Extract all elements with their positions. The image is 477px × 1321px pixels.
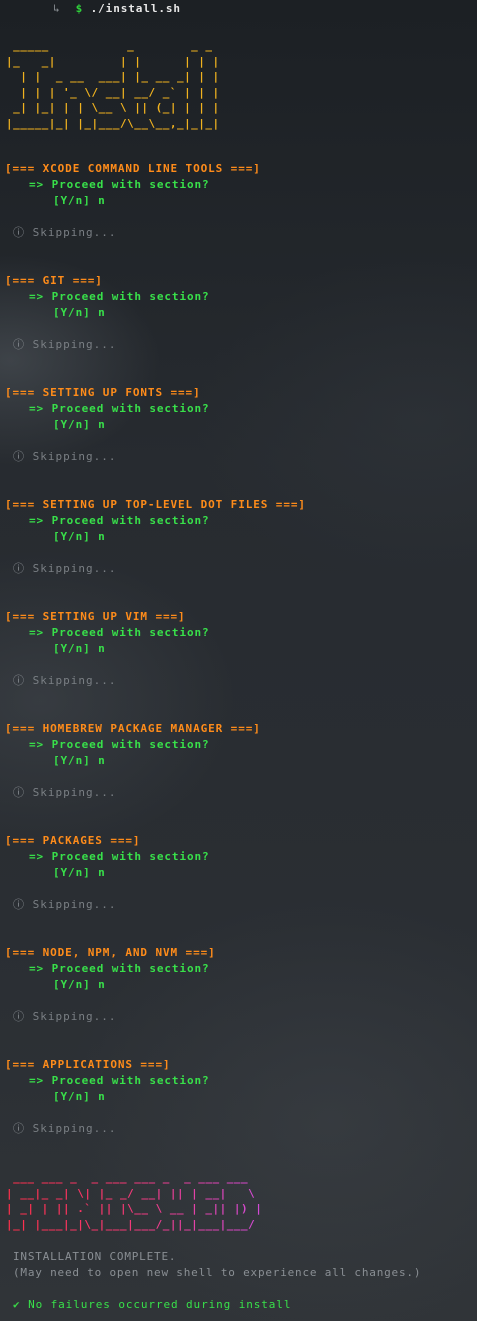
yn-answer: [Y/n] n: [53, 418, 106, 431]
info-icon: ⓘ: [13, 1010, 25, 1023]
yn-answer: [Y/n] n: [53, 642, 106, 655]
skip-status: ⓘ Skipping...: [13, 673, 116, 689]
section-header: [=== SETTING UP VIM ===]: [5, 610, 186, 623]
proceed-prompt: => Proceed with section?: [29, 290, 210, 303]
skip-status: ⓘ Skipping...: [13, 897, 116, 913]
proceed-prompt: => Proceed with section?: [29, 626, 210, 639]
prompt-line: ↳ $ ./install.sh: [53, 1, 181, 17]
yn-answer: [Y/n] n: [53, 866, 106, 879]
prompt-arrow-icon: ↳: [53, 2, 61, 15]
proceed-prompt: => Proceed with section?: [29, 1074, 210, 1087]
yn-answer: [Y/n] n: [53, 530, 106, 543]
proceed-prompt: => Proceed with section?: [29, 514, 210, 527]
install-banner-ascii: _____ _ _ _ |_ _| | | | | | | | _ __ ___…: [6, 39, 220, 130]
skip-status: ⓘ Skipping...: [13, 1009, 116, 1025]
finished-banner-ascii: ___ ___ _ _ ___ ___ _ _ ___ ___ | __|_ _…: [6, 1171, 263, 1231]
success-message: ✔ No failures occurred during install: [13, 1297, 291, 1313]
info-icon: ⓘ: [13, 450, 25, 463]
section-header: [=== NODE, NPM, AND NVM ===]: [5, 946, 216, 959]
check-icon: ✔: [13, 1298, 21, 1311]
yn-answer: [Y/n] n: [53, 1090, 106, 1103]
skip-text: Skipping...: [32, 562, 117, 575]
info-icon: ⓘ: [13, 786, 25, 799]
skip-text: Skipping...: [32, 898, 117, 911]
section-header: [=== APPLICATIONS ===]: [5, 1058, 171, 1071]
success-text: No failures occurred during install: [28, 1298, 292, 1311]
yn-answer: [Y/n] n: [53, 978, 106, 991]
skip-status: ⓘ Skipping...: [13, 561, 116, 577]
info-icon: ⓘ: [13, 562, 25, 575]
skip-text: Skipping...: [32, 786, 117, 799]
info-icon: ⓘ: [13, 1122, 25, 1135]
proceed-prompt: => Proceed with section?: [29, 402, 210, 415]
proceed-prompt: => Proceed with section?: [29, 850, 210, 863]
info-icon: ⓘ: [13, 898, 25, 911]
skip-text: Skipping...: [32, 674, 117, 687]
yn-answer: [Y/n] n: [53, 194, 106, 207]
prompt-symbol: $: [75, 2, 84, 15]
skip-status: ⓘ Skipping...: [13, 785, 116, 801]
skip-status: ⓘ Skipping...: [13, 449, 116, 465]
skip-status: ⓘ Skipping...: [13, 225, 116, 241]
proceed-prompt: => Proceed with section?: [29, 178, 210, 191]
section-header: [=== HOMEBREW PACKAGE MANAGER ===]: [5, 722, 261, 735]
proceed-prompt: => Proceed with section?: [29, 962, 210, 975]
info-icon: ⓘ: [13, 338, 25, 351]
skip-status: ⓘ Skipping...: [13, 1121, 116, 1137]
skip-status: ⓘ Skipping...: [13, 337, 116, 353]
yn-answer: [Y/n] n: [53, 754, 106, 767]
installation-complete-text: INSTALLATION COMPLETE.: [13, 1250, 177, 1263]
command-text: ./install.sh: [90, 2, 181, 15]
terminal-window: ↳ $ ./install.sh _____ _ _ _ |_ _| | | |…: [0, 0, 477, 1321]
section-header: [=== XCODE COMMAND LINE TOOLS ===]: [5, 162, 261, 175]
skip-text: Skipping...: [32, 226, 117, 239]
section-header: [=== SETTING UP TOP-LEVEL DOT FILES ===]: [5, 498, 306, 511]
info-icon: ⓘ: [13, 674, 25, 687]
shell-restart-note: (May need to open new shell to experienc…: [13, 1266, 422, 1279]
section-header: [=== PACKAGES ===]: [5, 834, 141, 847]
skip-text: Skipping...: [32, 1010, 117, 1023]
proceed-prompt: => Proceed with section?: [29, 738, 210, 751]
skip-text: Skipping...: [32, 450, 117, 463]
skip-text: Skipping...: [32, 338, 117, 351]
info-icon: ⓘ: [13, 226, 25, 239]
yn-answer: [Y/n] n: [53, 306, 106, 319]
skip-text: Skipping...: [32, 1122, 117, 1135]
section-header: [=== SETTING UP FONTS ===]: [5, 386, 201, 399]
section-header: [=== GIT ===]: [5, 274, 103, 287]
